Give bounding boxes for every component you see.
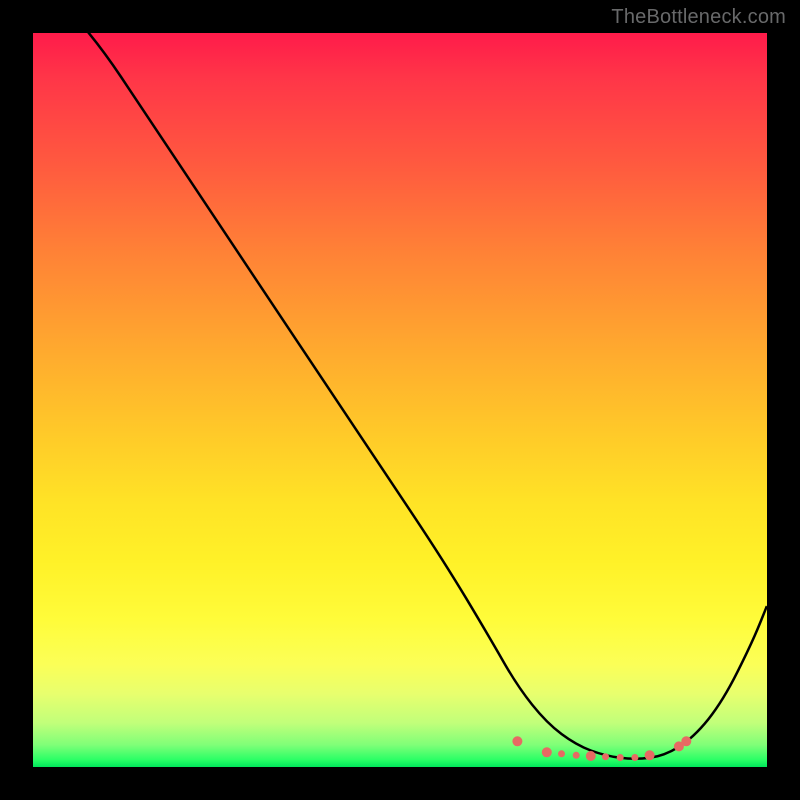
optimal-markers [512, 736, 691, 761]
plot-area [33, 33, 767, 767]
optimal-marker [512, 736, 522, 746]
chart-container: TheBottleneck.com [0, 0, 800, 800]
optimal-marker [645, 750, 655, 760]
optimal-marker [586, 751, 596, 761]
optimal-marker [573, 752, 580, 759]
curve-layer [33, 33, 767, 767]
optimal-marker [558, 750, 565, 757]
optimal-marker [602, 753, 609, 760]
optimal-marker [631, 754, 638, 761]
optimal-marker [542, 747, 552, 757]
optimal-marker [681, 736, 691, 746]
bottleneck-curve [33, 33, 767, 759]
attribution-text: TheBottleneck.com [611, 6, 786, 29]
optimal-marker [617, 754, 624, 761]
